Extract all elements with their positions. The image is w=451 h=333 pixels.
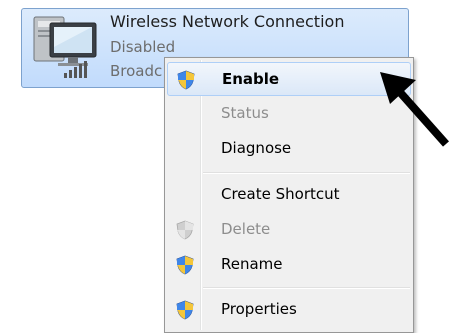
menu-item-label: Delete bbox=[221, 220, 271, 238]
menu-item-label: Properties bbox=[221, 300, 297, 318]
menu-item-label: Create Shortcut bbox=[221, 185, 340, 203]
connection-device: Broadc bbox=[110, 62, 163, 80]
menu-item-enable[interactable]: Enable bbox=[167, 62, 411, 96]
pointer-arrow-icon bbox=[380, 72, 449, 147]
network-adapter-icon bbox=[33, 16, 97, 78]
menu-item-properties[interactable]: Properties bbox=[167, 293, 411, 327]
menu-separator bbox=[203, 172, 410, 174]
menu-item-create-shortcut[interactable]: Create Shortcut bbox=[167, 178, 411, 212]
shield-icon bbox=[176, 255, 194, 275]
connection-name: Wireless Network Connection bbox=[110, 12, 345, 31]
menu-item-label: Status bbox=[221, 104, 269, 122]
menu-item-delete[interactable]: Delete bbox=[167, 213, 411, 247]
shield-icon bbox=[177, 70, 195, 90]
shield-icon bbox=[176, 300, 194, 320]
menu-item-label: Diagnose bbox=[221, 139, 292, 157]
menu-item-diagnose[interactable]: Diagnose bbox=[167, 132, 411, 166]
menu-item-rename[interactable]: Rename bbox=[167, 248, 411, 282]
shield-icon bbox=[176, 220, 194, 240]
menu-item-label: Enable bbox=[222, 70, 280, 88]
menu-item-label: Rename bbox=[221, 255, 283, 273]
menu-item-status[interactable]: Status bbox=[167, 97, 411, 131]
menu-separator bbox=[203, 287, 410, 289]
connection-status: Disabled bbox=[110, 38, 176, 56]
